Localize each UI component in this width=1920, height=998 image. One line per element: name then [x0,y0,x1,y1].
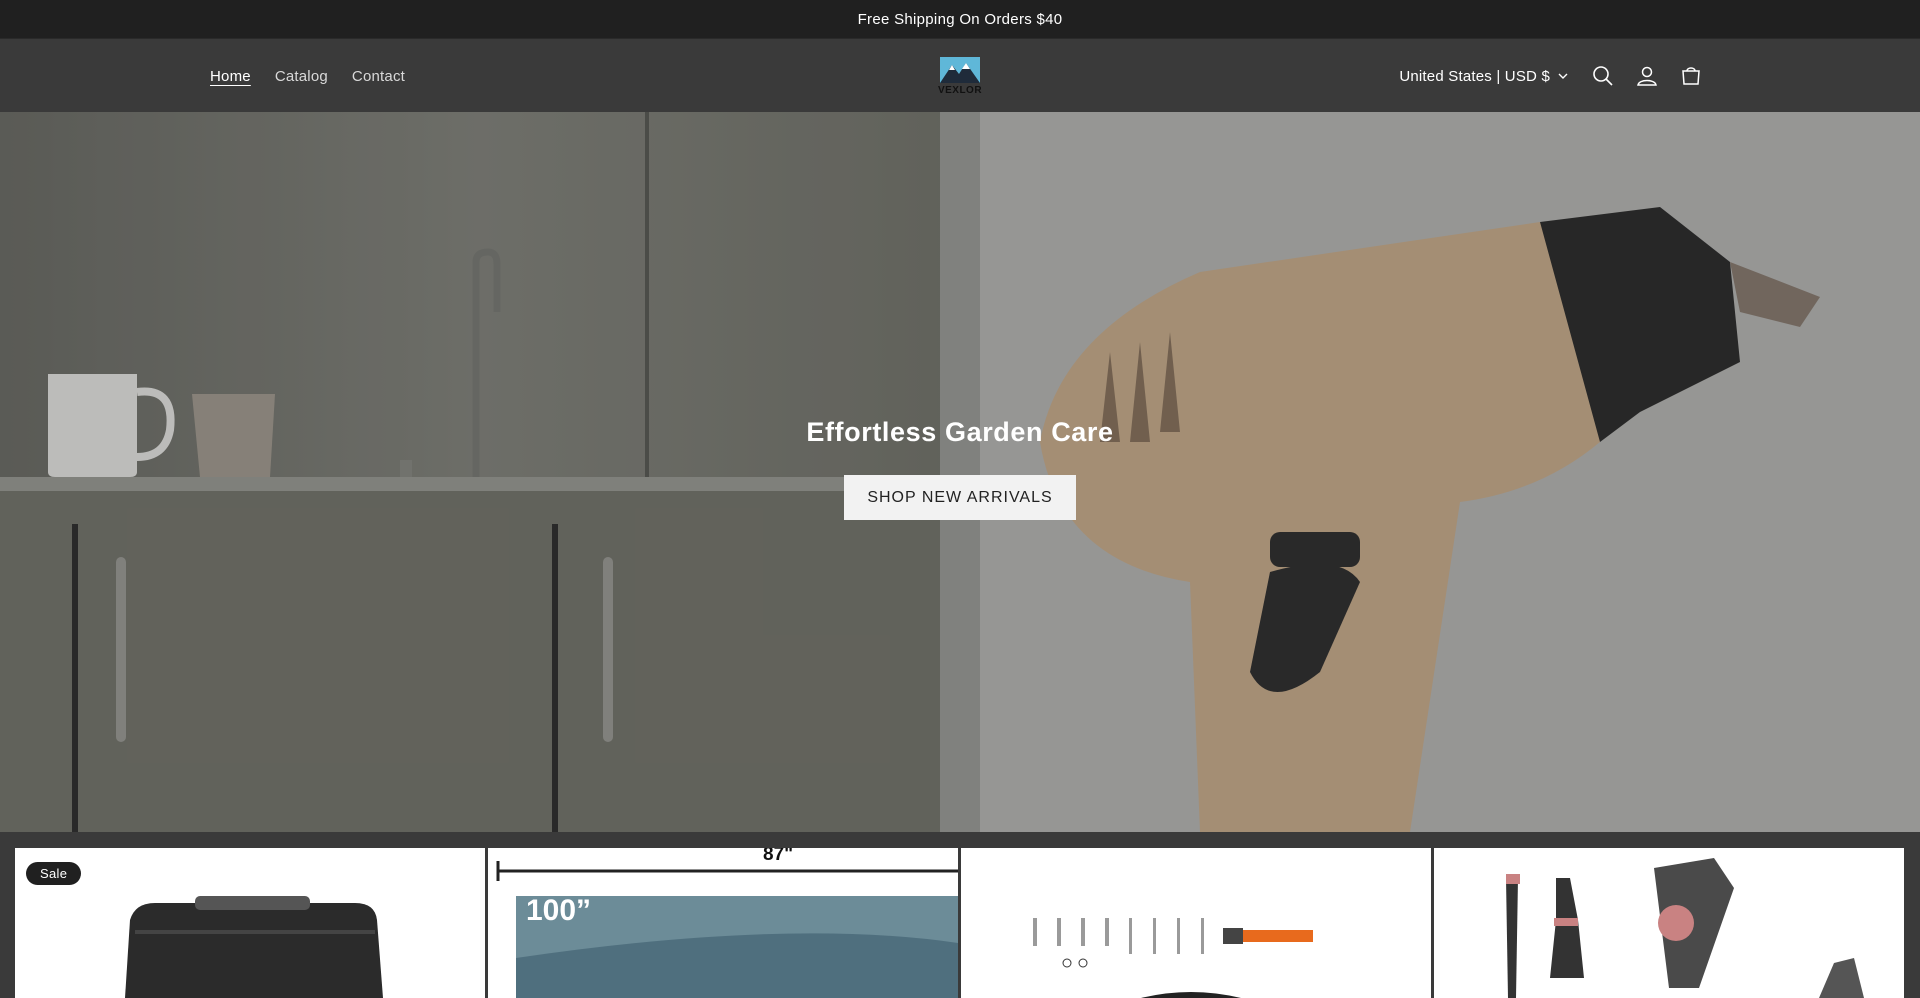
shop-new-arrivals-button[interactable]: SHOP NEW ARRIVALS [844,475,1076,520]
main-nav: Home Catalog Contact [210,39,405,113]
nav-contact[interactable]: Contact [352,68,405,85]
nav-catalog[interactable]: Catalog [275,68,328,85]
country-label: United States | USD $ [1399,67,1550,85]
sale-badge: Sale [26,862,82,885]
product-grid: Sale 87" 100” [0,832,1920,998]
screen-width-label: 87" [763,848,794,865]
luggage-product-image [125,896,383,998]
cart-icon [1682,67,1700,85]
product-card-projector-screen[interactable]: 87" 100” [488,848,958,998]
brand-logo[interactable]: VEXLOR [935,57,985,97]
search-button[interactable] [1590,63,1616,89]
header-tools: United States | USD $ [1399,39,1704,113]
country-selector[interactable]: United States | USD $ [1399,68,1568,85]
brand-logo-text: VEXLOR [937,85,983,96]
nav-home[interactable]: Home [210,68,251,85]
hero-banner: Effortless Garden Care SHOP NEW ARRIVALS [0,112,1920,832]
site-header: Home Catalog Contact VEXLOR United State… [0,38,1920,112]
tools-kit-product-image [1033,918,1313,998]
hero-title: Effortless Garden Care [806,417,1114,447]
search-icon [1593,66,1613,86]
account-button[interactable] [1634,63,1660,89]
product-card-vacuum[interactable] [1434,848,1904,998]
screen-size-label: 100” [526,894,592,927]
cart-button[interactable] [1678,63,1704,89]
product-card-tools-kit[interactable] [961,848,1431,998]
vacuum-product-image [1506,858,1864,998]
hero-overlay [0,112,1920,832]
announcement-text: Free Shipping On Orders $40 [857,10,1063,28]
mountain-logo-icon [940,57,980,83]
user-icon [1637,66,1657,86]
product-card-luggage[interactable]: Sale [15,848,485,998]
announcement-bar: Free Shipping On Orders $40 [0,0,1920,38]
chevron-down-icon [1558,73,1568,79]
